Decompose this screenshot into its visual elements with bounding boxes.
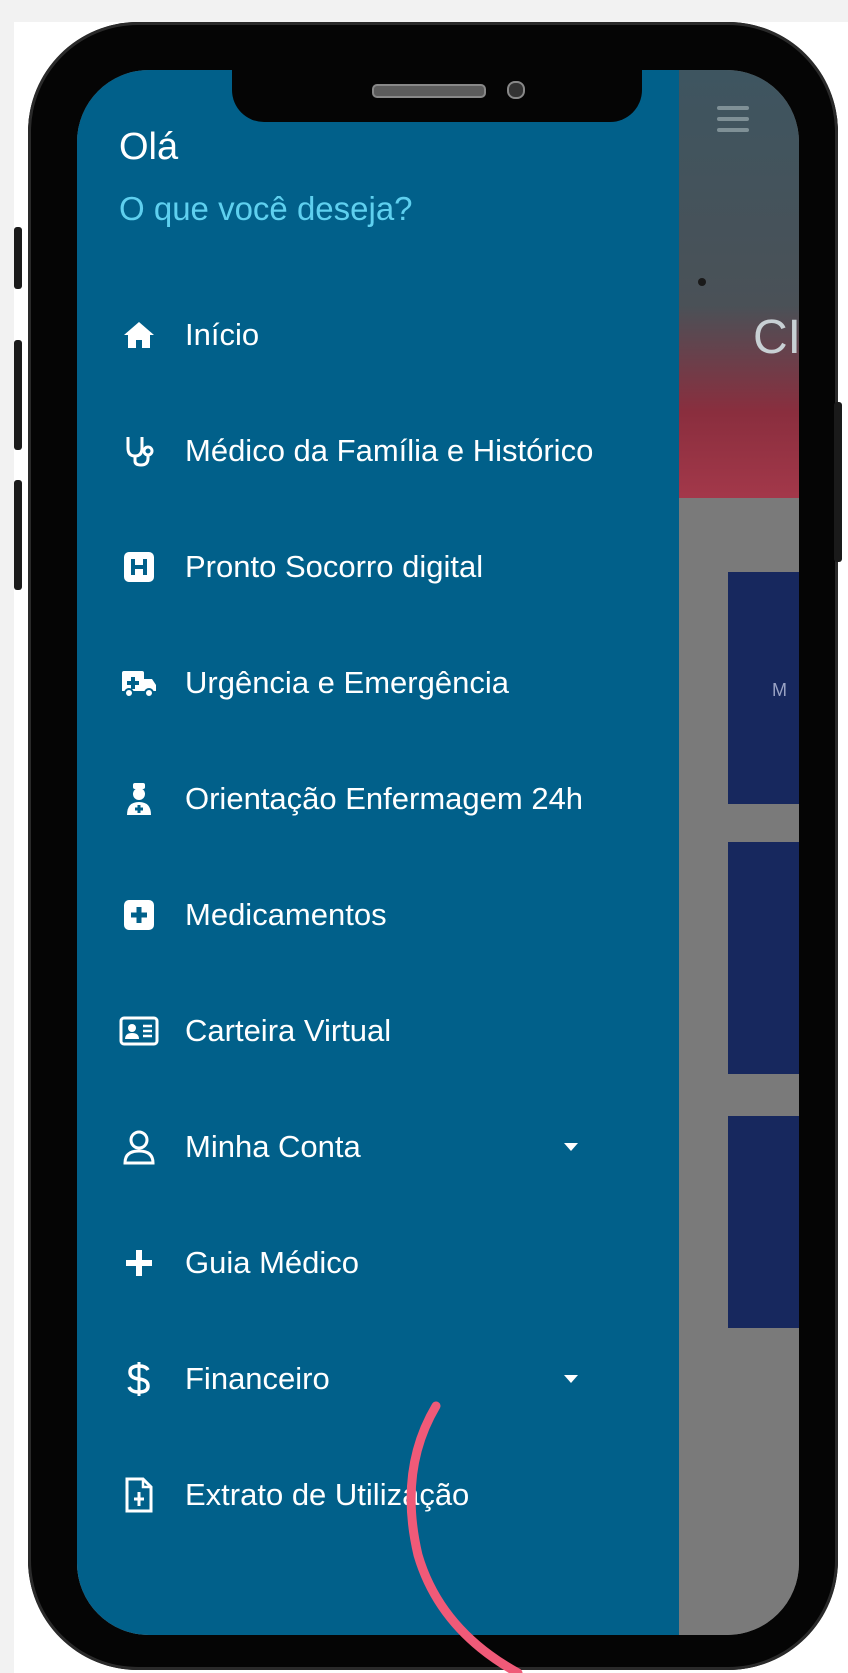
page-background-top	[0, 0, 848, 22]
banner-title-fragment: CI	[753, 311, 799, 364]
mute-switch	[14, 227, 22, 289]
menu-item-orientacao-enfermagem[interactable]: Orientação Enfermagem 24h	[77, 744, 679, 854]
menu-item-label: Guia Médico	[185, 1245, 360, 1280]
service-card[interactable]	[728, 1116, 799, 1328]
stethoscope-icon	[119, 431, 159, 471]
chevron-down-icon[interactable]	[564, 1143, 578, 1151]
service-card[interactable]	[728, 842, 799, 1074]
menu-item-pronto-socorro[interactable]: Pronto Socorro digital	[77, 512, 679, 622]
menu-item-label: Pronto Socorro digital	[185, 549, 484, 584]
hamburger-menu-icon[interactable]	[717, 106, 749, 136]
plus-icon	[119, 1243, 159, 1283]
dollar-icon	[119, 1359, 159, 1399]
earpiece-speaker	[372, 84, 486, 98]
volume-up-button	[14, 340, 22, 450]
menu-item-guia-medico[interactable]: Guia Médico	[77, 1208, 679, 1318]
menu-item-inicio[interactable]: Início	[77, 280, 679, 390]
menu-item-label: Carteira Virtual	[185, 1013, 392, 1048]
banner-dot	[698, 278, 706, 286]
user-icon	[119, 1127, 159, 1167]
navigation-drawer: Olá O que você deseja? Início Médico da …	[77, 70, 679, 1635]
phone-screen: CI M Olá O que você deseja? Início Médic…	[77, 70, 799, 1635]
menu-item-financeiro[interactable]: Financeiro	[77, 1324, 679, 1434]
menu-item-label: Extrato de Utilização	[185, 1477, 470, 1512]
menu-item-label: Início	[185, 317, 260, 352]
greeting-subtitle: O que você deseja?	[119, 190, 413, 227]
menu-item-medicamentos[interactable]: Medicamentos	[77, 860, 679, 970]
menu-item-medico-familia[interactable]: Médico da Família e Histórico	[77, 396, 679, 506]
menu-item-label: Medicamentos	[185, 897, 387, 932]
menu-item-label: Urgência e Emergência	[185, 665, 509, 700]
greeting-text: Olá	[119, 126, 179, 168]
service-card[interactable]: M	[728, 572, 799, 804]
menu-item-extrato-utilizacao[interactable]: Extrato de Utilização	[77, 1440, 679, 1550]
home-icon	[119, 315, 159, 355]
id-card-icon	[119, 1011, 159, 1051]
front-camera	[507, 81, 525, 99]
document-icon	[119, 1475, 159, 1515]
volume-down-button	[14, 480, 22, 590]
phone-notch	[232, 70, 642, 122]
medical-kit-icon	[119, 895, 159, 935]
page-background-left	[0, 0, 14, 1673]
chevron-down-icon[interactable]	[564, 1375, 578, 1383]
menu-item-urgencia[interactable]: Urgência e Emergência	[77, 628, 679, 738]
ambulance-icon	[119, 663, 159, 703]
menu-item-label: Orientação Enfermagem 24h	[185, 781, 584, 816]
power-button	[834, 402, 842, 562]
nurse-icon	[119, 779, 159, 819]
menu-item-minha-conta[interactable]: Minha Conta	[77, 1092, 679, 1202]
hospital-icon	[119, 547, 159, 587]
menu-item-label: Médico da Família e Histórico	[185, 433, 594, 468]
menu-item-label: Minha Conta	[185, 1129, 361, 1164]
menu-item-label: Financeiro	[185, 1361, 330, 1396]
service-card-label: M	[772, 680, 787, 700]
menu-item-carteira-virtual[interactable]: Carteira Virtual	[77, 976, 679, 1086]
